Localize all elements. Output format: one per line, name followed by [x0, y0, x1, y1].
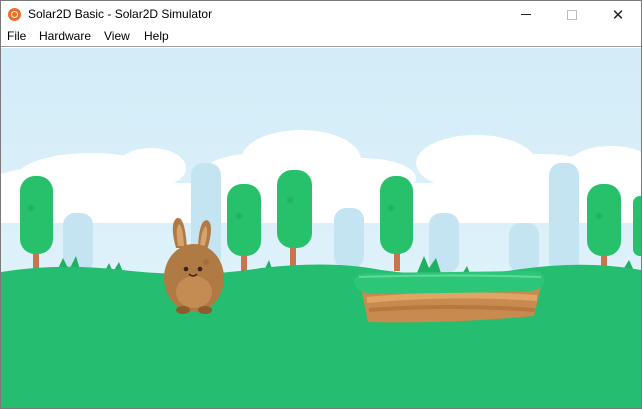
- close-icon: ✕: [611, 6, 625, 24]
- game-canvas[interactable]: [1, 48, 641, 408]
- menu-hardware[interactable]: Hardware: [39, 29, 91, 43]
- minimize-icon: [521, 14, 531, 15]
- window-title: Solar2D Basic - Solar2D Simulator: [28, 7, 213, 21]
- ground: [1, 264, 641, 408]
- menu-help[interactable]: Help: [144, 29, 169, 43]
- solar2d-logo-icon: [8, 8, 21, 21]
- menu-bar: File Hardware View Help: [1, 28, 641, 47]
- close-button[interactable]: ✕: [595, 1, 641, 28]
- title-bar[interactable]: Solar2D Basic - Solar2D Simulator ✕: [1, 1, 641, 28]
- maximize-button: [549, 1, 595, 28]
- simulator-window: Solar2D Basic - Solar2D Simulator ✕ File…: [0, 0, 642, 409]
- minimize-button[interactable]: [503, 1, 549, 28]
- maximize-icon: [567, 9, 577, 20]
- menu-file[interactable]: File: [7, 29, 26, 43]
- menu-view[interactable]: View: [104, 29, 130, 43]
- grass-dirt-platform[interactable]: [354, 271, 545, 323]
- game-scene: [1, 48, 641, 408]
